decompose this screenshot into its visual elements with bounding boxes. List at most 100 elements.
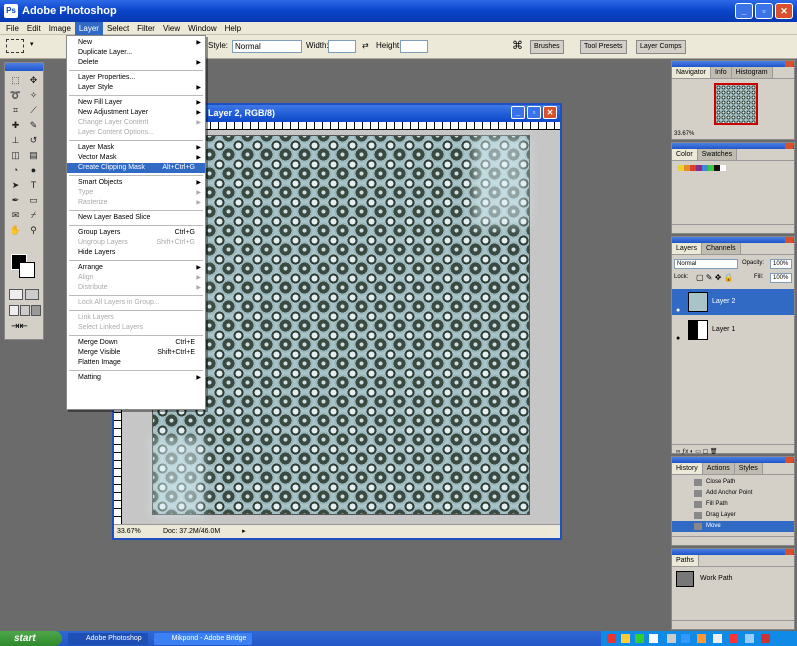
history-item[interactable]: Add Anchor Point <box>672 488 794 499</box>
palette-close-icon[interactable] <box>785 549 793 555</box>
maximize-button[interactable]: ▫ <box>755 3 773 19</box>
menu-filter[interactable]: Filter <box>133 22 159 35</box>
type-tool-icon[interactable]: T <box>25 178 42 192</box>
width-field[interactable] <box>328 40 356 53</box>
blend-mode-select[interactable]: Normal <box>674 259 738 269</box>
jump-to-imageready-icon[interactable]: ⇥⇤ <box>11 321 28 332</box>
tab-color[interactable]: Color <box>672 149 698 160</box>
menu-item-layer-style[interactable]: Layer Style ▶ <box>67 83 205 93</box>
lock-icons[interactable]: ▢ ✎ ✥ 🔒 <box>696 273 734 282</box>
palette-header[interactable] <box>672 61 794 67</box>
healing-brush-icon[interactable]: ✚ <box>7 118 24 132</box>
blur-tool-icon[interactable]: ◔ <box>7 163 24 177</box>
menu-item-layer-properties[interactable]: Layer Properties... <box>67 73 205 83</box>
dropdown-arrow-icon[interactable]: ▾ <box>30 40 34 48</box>
shape-tool-icon[interactable]: ▭ <box>25 193 42 207</box>
tab-styles[interactable]: Styles <box>734 463 763 474</box>
menu-item-layer-mask[interactable]: Layer Mask ▶ <box>67 143 205 153</box>
menu-layer[interactable]: Layer <box>74 21 103 35</box>
navigator-zoom[interactable]: 33.67% <box>674 131 694 137</box>
tray-app-icon[interactable] <box>697 634 706 643</box>
marquee-tool-icon[interactable] <box>6 39 24 53</box>
gradient-tool-icon[interactable]: ▤ <box>25 148 42 162</box>
menu-window[interactable]: Window <box>184 22 220 35</box>
slice-tool-icon[interactable]: ⟋ <box>25 103 42 117</box>
palette-header[interactable] <box>672 143 794 149</box>
menu-item-new-adjustment-layer[interactable]: New Adjustment Layer ▶ <box>67 108 205 118</box>
palette-close-icon[interactable] <box>785 143 793 149</box>
menu-select[interactable]: Select <box>103 22 133 35</box>
pen-tool-icon[interactable]: ✒ <box>7 193 24 207</box>
palette-well-brushes[interactable]: Brushes <box>530 40 564 54</box>
taskbar-item-photoshop[interactable]: Adobe Photoshop <box>68 632 148 645</box>
tab-navigator[interactable]: Navigator <box>672 67 711 78</box>
menu-item-merge-visible[interactable]: Merge Visible Shift+Ctrl+E <box>67 348 205 358</box>
lasso-tool-icon[interactable]: ➰ <box>7 88 24 102</box>
brush-tool-icon[interactable]: ✎ <box>25 118 42 132</box>
menu-item-hide-layers[interactable]: Hide Layers <box>67 248 205 258</box>
menu-item-arrange[interactable]: Arrange ▶ <box>67 263 205 273</box>
doc-size[interactable]: Doc: 37.2M/46.0M <box>163 525 220 539</box>
zoom-level[interactable]: 33.67% <box>117 525 147 539</box>
history-item[interactable]: Close Path <box>672 477 794 488</box>
marquee-tool-icon[interactable]: ⬚ <box>7 73 24 87</box>
menu-item-merge-down[interactable]: Merge Down Ctrl+E <box>67 338 205 348</box>
close-button[interactable]: ✕ <box>775 3 793 19</box>
history-item[interactable]: Move <box>672 521 794 532</box>
doc-maximize-button[interactable]: ▫ <box>527 106 541 119</box>
swatch[interactable] <box>720 165 726 171</box>
layer-action-icons[interactable]: ∞ ƒx ◐ ▭ ▢ 🗑 <box>672 449 718 455</box>
background-color-swatch[interactable] <box>19 262 35 278</box>
palette-close-icon[interactable] <box>785 457 793 463</box>
menu-item-flatten-image[interactable]: Flatten Image <box>67 358 205 368</box>
tray-app-icon[interactable] <box>761 634 770 643</box>
crop-tool-icon[interactable]: ⌗ <box>7 103 24 117</box>
layer-row[interactable]: ● Layer 2 <box>672 289 794 315</box>
menu-edit[interactable]: Edit <box>23 22 45 35</box>
history-item[interactable]: Fill Path <box>672 499 794 510</box>
tab-info[interactable]: Info <box>710 67 732 78</box>
palette-header[interactable] <box>672 457 794 463</box>
eyedropper-icon[interactable]: ⌿ <box>25 208 42 222</box>
menu-view[interactable]: View <box>159 22 184 35</box>
tab-paths[interactable]: Paths <box>672 555 699 566</box>
fill-field[interactable]: 100% <box>770 273 792 283</box>
menu-item-create-clipping-mask[interactable]: Create Clipping Mask Alt+Ctrl+G <box>67 163 205 173</box>
navigator-thumbnail[interactable] <box>714 83 758 125</box>
tab-channels[interactable]: Channels <box>702 243 741 254</box>
palette-well-tool-presets[interactable]: Tool Presets <box>580 40 627 54</box>
doc-minimize-button[interactable]: _ <box>511 106 525 119</box>
menu-item-vector-mask[interactable]: Vector Mask ▶ <box>67 153 205 163</box>
height-field[interactable] <box>400 40 428 53</box>
menu-item-new-fill-layer[interactable]: New Fill Layer ▶ <box>67 98 205 108</box>
path-name[interactable]: Work Path <box>700 575 733 582</box>
start-button[interactable]: start <box>0 631 62 646</box>
swap-icon[interactable]: ⇄ <box>362 41 369 50</box>
palette-well-layer-comps[interactable]: Layer Comps <box>636 40 686 54</box>
menu-help[interactable]: Help <box>221 22 245 35</box>
dodge-tool-icon[interactable]: ● <box>25 163 42 177</box>
menu-item-delete[interactable]: Delete ▶ <box>67 58 205 68</box>
tray-app-icon[interactable] <box>681 634 690 643</box>
path-selection-icon[interactable]: ➤ <box>7 178 24 192</box>
palette-close-icon[interactable] <box>785 237 793 243</box>
quick-mask-icon[interactable] <box>25 289 39 300</box>
path-thumbnail[interactable] <box>676 571 694 587</box>
tray-app-icon[interactable] <box>607 634 616 643</box>
hand-tool-icon[interactable]: ✋ <box>7 223 24 237</box>
standard-mode-icon[interactable] <box>9 289 23 300</box>
history-brush-icon[interactable]: ↺ <box>25 133 42 147</box>
tray-app-icon[interactable] <box>745 634 754 643</box>
screen-mode-standard-icon[interactable] <box>9 305 19 316</box>
layer-row[interactable]: ● Layer 1 <box>672 317 794 343</box>
magic-wand-icon[interactable]: ✧ <box>25 88 42 102</box>
toolbox-header[interactable] <box>5 63 43 71</box>
tab-layers[interactable]: Layers <box>672 243 703 254</box>
image-canvas[interactable] <box>152 135 530 516</box>
clone-stamp-icon[interactable]: ⊥ <box>7 133 24 147</box>
style-select[interactable]: Normal <box>232 40 302 53</box>
tray-app-icon[interactable] <box>667 634 676 643</box>
screen-mode-full-menu-icon[interactable] <box>20 305 30 316</box>
tab-swatches[interactable]: Swatches <box>697 149 738 160</box>
tray-app-icon[interactable] <box>713 634 722 643</box>
